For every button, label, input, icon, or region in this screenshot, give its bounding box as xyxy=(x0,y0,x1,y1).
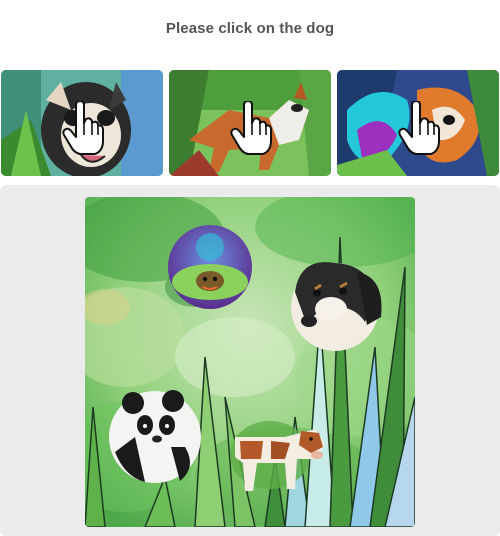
example-images-row xyxy=(1,70,499,176)
challenge-image[interactable] xyxy=(85,197,415,527)
example-image-1 xyxy=(1,70,163,176)
challenge-prompt: Please click on the dog xyxy=(165,20,335,37)
pointer-hand-icon xyxy=(62,101,104,155)
captcha-widget: Please click on the dog xyxy=(0,0,500,536)
pointer-hand-icon xyxy=(230,101,272,155)
example-image-3 xyxy=(337,70,499,176)
turtle-option[interactable] xyxy=(168,225,252,309)
example-image-2 xyxy=(169,70,331,176)
pointer-hand-icon xyxy=(398,101,440,155)
challenge-panel xyxy=(0,185,500,536)
